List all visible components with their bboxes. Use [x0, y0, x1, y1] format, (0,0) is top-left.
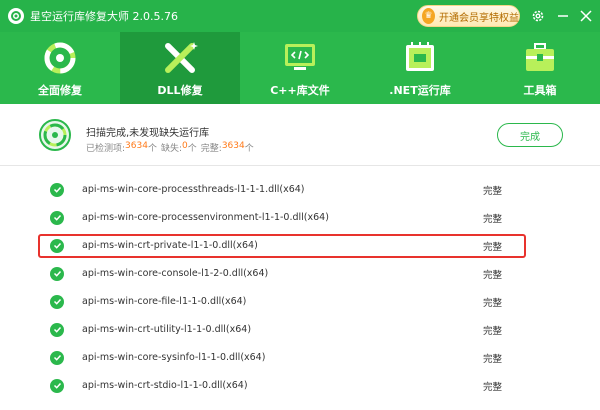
- dll-status: 完整: [483, 269, 503, 281]
- nav-cpp-library[interactable]: C++库文件: [240, 32, 360, 104]
- dll-status: 完整: [483, 185, 503, 197]
- dll-name: api-ms-win-crt-stdio-l1-1-0.dll(x64): [82, 380, 248, 391]
- check-icon: [50, 322, 64, 337]
- list-item[interactable]: api-ms-win-core-file-l1-1-0.dll(x64) 完整: [0, 288, 600, 315]
- nav-label: DLL修复: [157, 84, 203, 97]
- close-icon[interactable]: [578, 8, 594, 24]
- check-icon: [50, 182, 64, 197]
- check-icon: [50, 350, 64, 365]
- dll-name: api-ms-win-core-console-l1-2-0.dll(x64): [82, 268, 269, 279]
- dll-name: api-ms-win-core-file-l1-1-0.dll(x64): [82, 296, 247, 307]
- checked-unit: 个: [147, 144, 157, 154]
- complete-label: 完整:: [200, 144, 222, 154]
- dll-tools-icon: [160, 40, 200, 76]
- dll-name: api-ms-win-crt-utility-l1-1-0.dll(x64): [82, 324, 252, 335]
- nav-net-runtime[interactable]: .NET运行库: [360, 32, 480, 104]
- app-title: 星空运行库修复大师 2.0.5.76: [30, 10, 178, 23]
- dll-name: api-ms-win-core-processthreads-l1-1-1.dl…: [82, 184, 305, 195]
- dll-name: api-ms-win-core-sysinfo-l1-1-0.dll(x64): [82, 352, 266, 363]
- dll-status: 完整: [483, 325, 503, 337]
- settings-gear-icon[interactable]: [530, 8, 546, 24]
- dll-status: 完整: [483, 213, 503, 225]
- vip-upgrade-button[interactable]: ♛ 开通会员享特权益: [417, 5, 520, 27]
- check-icon: [50, 294, 64, 309]
- missing-label: 缺失:: [160, 144, 183, 154]
- crown-icon: ♛: [422, 8, 435, 24]
- dll-name: api-ms-win-core-processenvironment-l1-1-…: [82, 212, 329, 223]
- toolbox-icon: [520, 40, 560, 76]
- net-board-icon: [400, 40, 440, 76]
- dll-status: 完整: [483, 297, 503, 309]
- check-icon: [50, 210, 64, 225]
- checked-label: 已检测项:: [86, 144, 126, 154]
- nav-label: 工具箱: [523, 84, 557, 97]
- list-item[interactable]: api-ms-win-core-console-l1-2-0.dll(x64) …: [0, 260, 600, 287]
- complete-unit: 个: [244, 144, 254, 154]
- list-item[interactable]: api-ms-win-core-processthreads-l1-1-1.dl…: [0, 176, 600, 203]
- nav-label: 全面修复: [38, 84, 82, 97]
- highlighted-row-outline: [38, 234, 526, 258]
- nav-label: C++库文件: [270, 84, 330, 97]
- scan-result-title: 扫描完成,未发现缺失运行库: [86, 128, 210, 139]
- missing-unit: 个: [187, 144, 197, 154]
- dll-status: 完整: [483, 381, 503, 393]
- main-nav: 全面修复 DLL修复 C++库文件 .NET运行库 工具箱: [0, 32, 600, 104]
- vip-upgrade-label: 开通会员享特权益: [439, 12, 519, 24]
- list-item[interactable]: api-ms-win-core-processenvironment-l1-1-…: [0, 204, 600, 231]
- app-logo-icon: [8, 8, 24, 24]
- checked-count: 3634: [125, 141, 148, 151]
- check-icon: [50, 378, 64, 393]
- nav-label: .NET运行库: [389, 84, 451, 97]
- nav-toolbox[interactable]: 工具箱: [480, 32, 600, 104]
- nav-dll-repair[interactable]: DLL修复: [120, 32, 240, 104]
- list-item[interactable]: api-ms-win-crt-stdio-l1-1-0.dll(x64) 完整: [0, 372, 600, 399]
- dll-list: api-ms-win-core-processthreads-l1-1-1.dl…: [0, 167, 600, 410]
- dll-status: 完整: [483, 353, 503, 365]
- minimize-icon[interactable]: [555, 8, 571, 24]
- repair-ring-icon: [40, 40, 80, 76]
- complete-count: 3634: [221, 141, 245, 151]
- done-button[interactable]: 完成: [497, 123, 563, 147]
- check-icon: [50, 266, 64, 281]
- scan-complete-icon: [39, 119, 71, 151]
- nav-full-repair[interactable]: 全面修复: [0, 32, 120, 104]
- list-item[interactable]: api-ms-win-core-sysinfo-l1-1-0.dll(x64) …: [0, 344, 600, 371]
- code-monitor-icon: [280, 40, 320, 76]
- scan-stats: 已检测项: 3634 个 缺失: 0 个 完整: 3634 个: [86, 141, 254, 154]
- list-item[interactable]: api-ms-win-crt-utility-l1-1-0.dll(x64) 完…: [0, 316, 600, 343]
